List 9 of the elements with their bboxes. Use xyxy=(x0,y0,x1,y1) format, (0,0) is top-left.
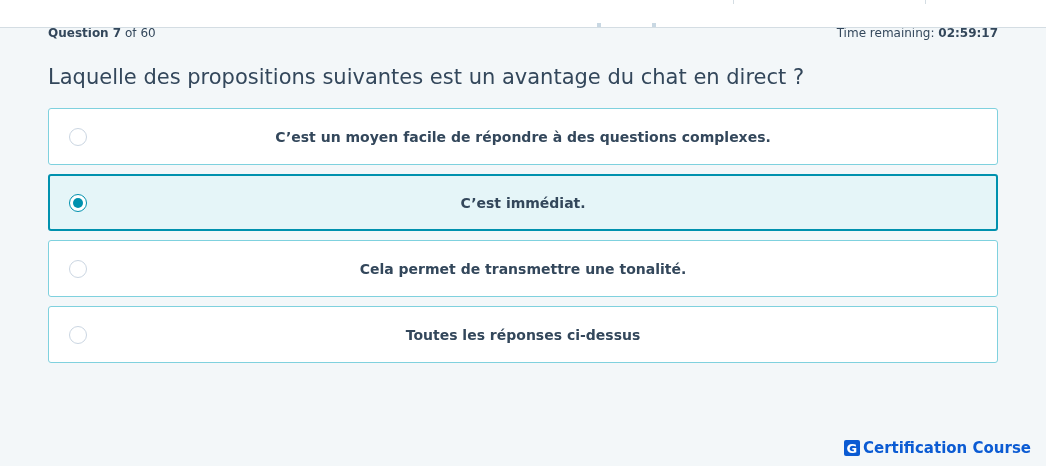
answer-option[interactable]: Cela permet de transmettre une tonalité. xyxy=(48,240,998,297)
time-remaining: Time remaining: 02:59:17 xyxy=(836,27,998,39)
answer-option[interactable]: C’est immédiat. xyxy=(48,174,998,231)
brand-logo-icon: G xyxy=(843,440,860,456)
brand-name: Certification Course xyxy=(862,439,1031,457)
radio-button[interactable] xyxy=(69,193,87,212)
answer-option[interactable]: Toutes les réponses ci-dessus xyxy=(48,306,998,363)
question-text: Laquelle des propositions suivantes est un avantage du chat en direct ? xyxy=(48,64,806,90)
answer-option[interactable]: C’est un moyen facile de répondre à des questions complexes. xyxy=(48,108,998,165)
